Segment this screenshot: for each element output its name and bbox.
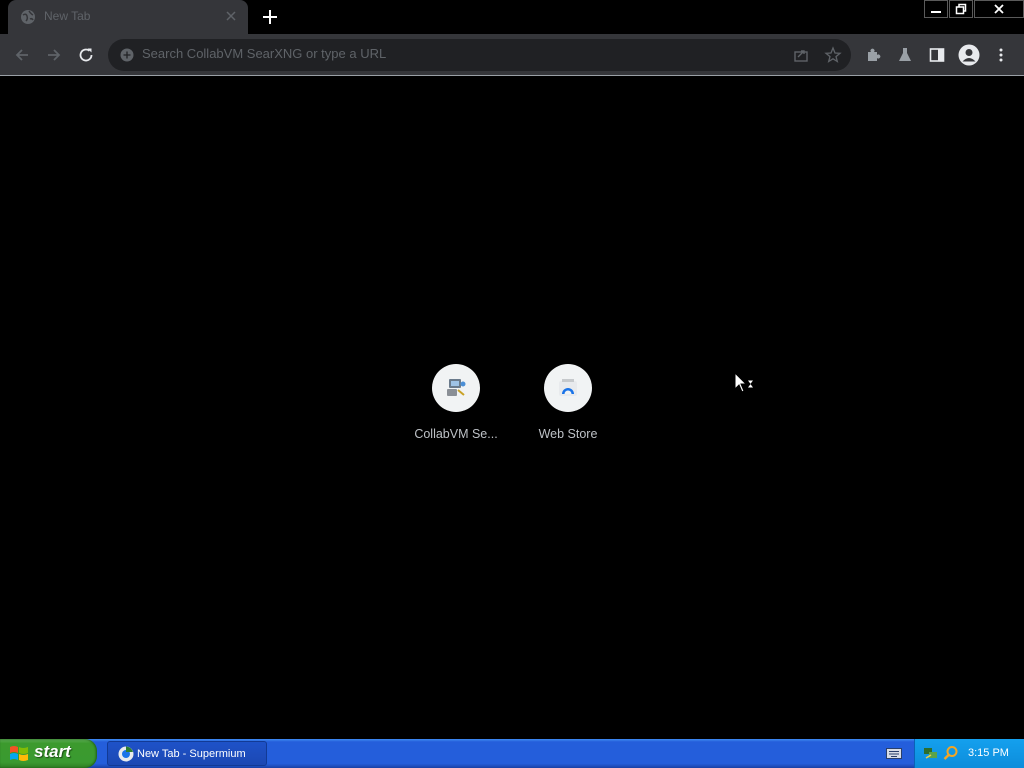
side-panel-icon [929,48,945,62]
address-bar[interactable]: Search CollabVM SearXNG or type a URL [108,39,851,71]
start-button[interactable]: start [0,739,97,768]
shortcut-web-store[interactable]: Web Store [512,363,624,449]
bookmark-star-icon[interactable] [824,46,842,64]
address-bar-placeholder: Search CollabVM SearXNG or type a URL [142,46,387,61]
system-tray: 3:15 PM [914,739,1024,768]
shortcut-label: Web Store [538,427,598,441]
browser-toolbar: Search CollabVM SearXNG or type a URL [0,34,1024,76]
new-tab-plus-icon[interactable] [258,5,282,29]
close-icon [994,4,1004,14]
windows-flag-icon [10,746,28,761]
shortcut-collabvm[interactable]: CollabVM Se... [400,363,512,449]
side-panel-button[interactable] [925,43,949,67]
profile-avatar-icon [958,44,980,66]
back-button[interactable] [10,43,34,67]
taskbar-window-button[interactable]: New Tab - Supermium [107,741,267,766]
taskbar-window-label: New Tab - Supermium [137,748,246,760]
supermium-icon [118,746,134,762]
close-window-button[interactable] [974,0,1024,18]
forward-icon [48,49,61,61]
search-engine-icon [120,48,134,62]
keyboard-layout-icon[interactable] [886,747,902,760]
busy-cursor-icon [734,372,755,393]
tab-close-icon[interactable] [222,7,240,25]
window-controls [923,0,1024,18]
web-store-icon [559,379,577,396]
extensions-button[interactable] [861,43,885,67]
share-icon[interactable] [792,46,810,64]
menu-button[interactable] [989,43,1013,67]
clock: 3:15 PM [968,747,1009,759]
extensions-icon [868,48,881,61]
shortcut-tile [432,364,480,412]
reload-button[interactable] [74,43,98,67]
profile-button[interactable] [957,43,981,67]
network-icon[interactable] [923,745,939,761]
menu-dots-icon [999,48,1003,62]
tab-strip: New Tab [0,0,1024,34]
reload-icon [79,48,93,62]
windows-taskbar: start New Tab - Supermium 3:15 PM [0,739,1024,768]
restore-icon [955,3,967,15]
globe-icon [21,10,35,24]
forward-button[interactable] [42,43,66,67]
labs-flask-icon [899,48,911,61]
minimize-icon [931,11,941,13]
shortcut-tile [544,364,592,412]
labs-button[interactable] [893,43,917,67]
minimize-button[interactable] [924,0,948,18]
tab-new-tab[interactable]: New Tab [8,0,248,34]
tab-title: New Tab [44,9,91,23]
shortcut-label: CollabVM Se... [414,427,498,441]
new-tab-page: CollabVM Se... Web Store [0,77,1024,739]
collabvm-icon [447,379,466,396]
restore-button[interactable] [949,0,973,18]
start-label: start [34,742,71,761]
search-magnifier-icon[interactable] [943,745,959,761]
back-icon [15,49,28,61]
